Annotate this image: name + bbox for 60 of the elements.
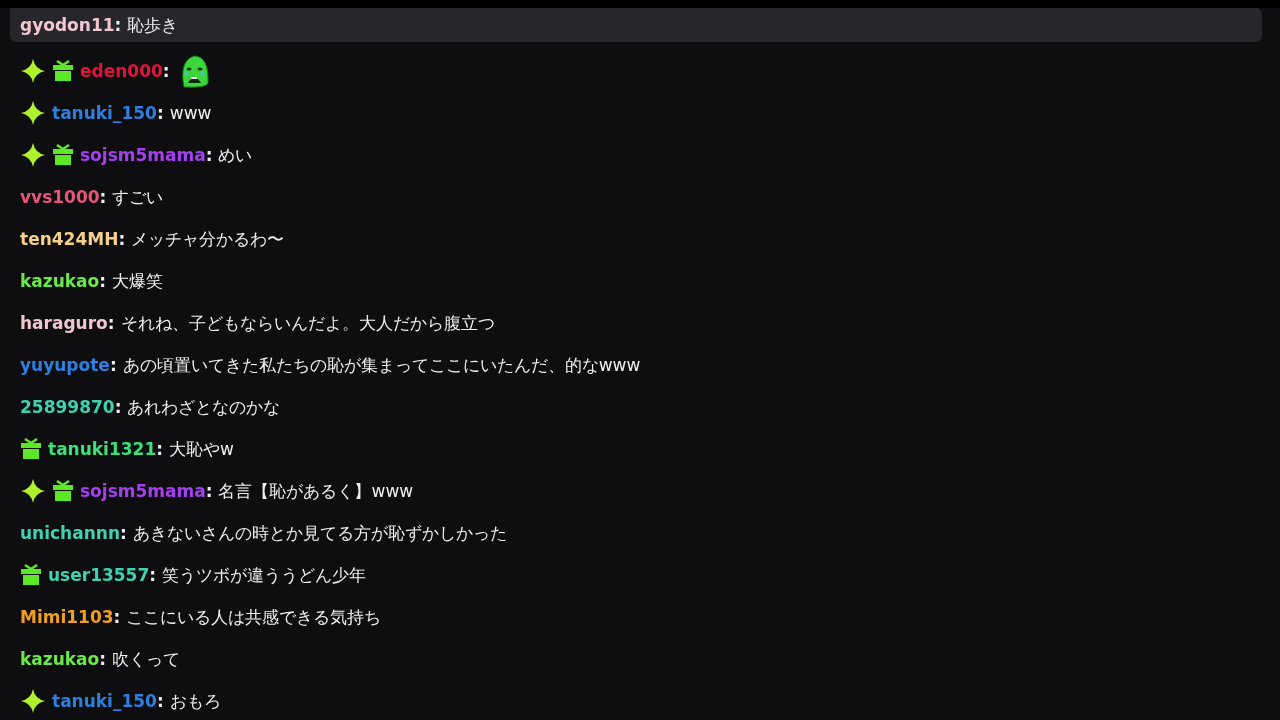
gift-icon bbox=[20, 564, 42, 586]
colon: : bbox=[118, 229, 126, 249]
message-text: おもろ bbox=[169, 689, 221, 713]
message-text: めい bbox=[218, 143, 253, 167]
message-text: すごい bbox=[112, 185, 164, 209]
username[interactable]: kazukao bbox=[20, 649, 100, 669]
username[interactable]: yuyupote bbox=[20, 355, 110, 375]
gift-icon bbox=[52, 60, 74, 82]
username[interactable]: Mimi1103 bbox=[20, 607, 114, 627]
colon: : bbox=[109, 355, 117, 375]
username[interactable]: unichannn bbox=[20, 523, 120, 543]
colon: : bbox=[120, 523, 127, 543]
sparkle-icon bbox=[20, 142, 46, 168]
message-text: 恥歩き bbox=[127, 13, 179, 37]
username[interactable]: haraguro bbox=[20, 313, 108, 333]
colon: : bbox=[205, 481, 213, 501]
message-text: メッチャ分かるわ〜 bbox=[131, 227, 285, 251]
sparkle-icon bbox=[20, 688, 46, 714]
gift-icon bbox=[52, 480, 74, 502]
username[interactable]: 25899870 bbox=[20, 397, 115, 417]
message-text: 大恥やw bbox=[169, 437, 234, 461]
username[interactable]: sojsm5mama bbox=[80, 481, 206, 501]
colon: : bbox=[99, 187, 107, 207]
colon: : bbox=[149, 565, 157, 585]
username[interactable]: tanuki1321 bbox=[48, 439, 157, 459]
message-text: それね、子どもならいんだよ。大人だから腹立つ bbox=[120, 311, 495, 335]
message-text: 大爆笑 bbox=[112, 269, 164, 293]
username[interactable]: eden000 bbox=[80, 61, 163, 81]
username[interactable]: kazukao bbox=[20, 271, 100, 291]
username[interactable]: gyodon11 bbox=[20, 15, 115, 35]
gift-icon bbox=[20, 438, 42, 460]
colon: : bbox=[99, 271, 107, 291]
colon: : bbox=[99, 649, 107, 669]
sparkle-icon bbox=[20, 100, 46, 126]
colon: : bbox=[113, 607, 121, 627]
message-text: 吹くって bbox=[112, 647, 181, 671]
sparkle-icon bbox=[20, 58, 46, 84]
gift-icon bbox=[52, 144, 74, 166]
message-text: ここにいる人は共感できる気持ち bbox=[126, 605, 382, 629]
username[interactable]: tanuki_150 bbox=[52, 103, 157, 123]
username[interactable]: vvs1000 bbox=[20, 187, 100, 207]
message-text: www bbox=[169, 103, 212, 123]
sparkle-icon bbox=[20, 478, 46, 504]
message-text: あの頃置いてきた私たちの恥が集まってここにいたんだ、的なwww bbox=[122, 353, 641, 377]
username[interactable]: sojsm5mama bbox=[80, 145, 206, 165]
message-text: あきないさんの時とか見てる方が恥ずかしかった bbox=[132, 521, 507, 545]
message-text: あれわざとなのかな bbox=[127, 395, 281, 419]
colon: : bbox=[156, 439, 164, 459]
colon: : bbox=[114, 397, 122, 417]
username[interactable]: ten424MH bbox=[20, 229, 119, 249]
colon: : bbox=[205, 145, 213, 165]
username[interactable]: user13557 bbox=[48, 565, 150, 585]
message-text: 笑うツボが違ううどん少年 bbox=[162, 563, 367, 587]
colon: : bbox=[162, 61, 170, 81]
colon: : bbox=[156, 103, 164, 123]
colon: : bbox=[114, 15, 122, 35]
message-text: 名言【恥があるく】www bbox=[218, 479, 414, 503]
colon: : bbox=[107, 313, 115, 333]
username[interactable]: tanuki_150 bbox=[52, 691, 157, 711]
colon: : bbox=[156, 691, 164, 711]
